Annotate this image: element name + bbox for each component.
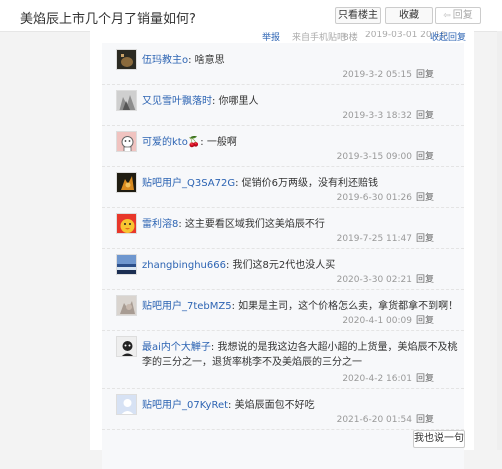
list-item: 伍玛教主o: 啥意思 2019-3-2 05:15 回复 — [102, 43, 464, 85]
comment-time: 2019-3-2 05:15 — [342, 70, 412, 80]
list-item: 贴吧用户_7tebMZ5: 如果是主司，这个价格怎么卖，拿货都拿不到啊！ 202… — [102, 289, 464, 331]
avatar-image — [117, 173, 136, 192]
avatar[interactable] — [116, 254, 137, 275]
comment-username[interactable]: 雷利溶8 — [142, 219, 178, 230]
comment-username[interactable]: 贴吧用户_Q3SA72G — [142, 178, 235, 189]
list-item: 贴吧用户_Q3SA72G: 促销价6万两级，没有利还赔钱 2019-6-30 0… — [102, 166, 464, 208]
comment-body: : 一般啊 — [200, 137, 237, 148]
comment-username[interactable]: 贴吧用户_7tebMZ5 — [142, 301, 232, 312]
comment-reply-link[interactable]: 回复 — [416, 374, 434, 384]
comment-text: 雷利溶8: 这主要看区域我们这美焰辰不行 — [142, 217, 442, 232]
comment-time: 2019-7-25 11:47 — [336, 234, 412, 244]
thread-header: 美焰辰上市几个月了销量如何? 只看楼主 收藏 ⇦ 回复 — [0, 0, 502, 32]
list-item: zhangbinghu666: 我们这8元2代也没人买 2020-3-30 02… — [102, 248, 464, 290]
comment-username[interactable]: 贴吧用户_07KyRet — [142, 400, 228, 411]
collapse-replies-link[interactable]: 收起回复 — [430, 31, 466, 43]
comment-text: zhangbinghu666: 我们这8元2代也没人买 — [142, 258, 442, 273]
comment-body: : 如果是主司，这个价格怎么卖，拿货都拿不到啊！ — [231, 301, 459, 312]
favorite-button[interactable]: 收藏 — [385, 7, 433, 24]
avatar-image — [117, 91, 136, 110]
avatar-image — [117, 255, 136, 274]
comment-meta: 2021-6-20 01:54 回复 — [337, 412, 434, 425]
avatar-image — [117, 296, 136, 315]
report-link[interactable]: 举报 — [262, 31, 280, 43]
comment-time: 2019-3-3 18:32 — [342, 111, 412, 121]
comment-text: 又见雪叶飘落时: 你哪里人 — [142, 94, 442, 109]
avatar[interactable] — [116, 336, 137, 357]
avatar-image — [117, 214, 136, 233]
avatar-image — [117, 132, 136, 151]
sub-reply-panel: 伍玛教主o: 啥意思 2019-3-2 05:15 回复 又见雪叶飘落时: 你哪里… — [102, 43, 464, 469]
comment-text: 最ai内个大觯子: 我想说的是我这边各大超小超的上货量，美焰辰不及桃李的三分之一… — [142, 340, 460, 370]
reply-button-label: 回复 — [452, 10, 473, 21]
comment-username[interactable]: 伍玛教主o — [142, 55, 188, 66]
comment-time: 2019-6-30 01:26 — [336, 193, 412, 203]
comment-reply-link[interactable]: 回复 — [416, 193, 434, 203]
comment-meta: 2020-3-30 02:21 回复 — [337, 272, 434, 285]
comment-meta: 2019-6-30 01:26 回复 — [337, 190, 434, 203]
write-reply-button[interactable]: 我也说一句 — [413, 430, 465, 448]
comment-meta: 2019-3-3 18:32 回复 — [342, 108, 434, 121]
comment-reply-link[interactable]: 回复 — [416, 234, 434, 244]
post-source: 来自手机贴吧 — [292, 33, 347, 43]
avatar[interactable] — [116, 49, 137, 70]
comment-text: 贴吧用户_Q3SA72G: 促销价6万两级，没有利还赔钱 — [142, 176, 442, 191]
list-item: 可爱的kto🍒: 一般啊 2019-3-15 09:00 回复 — [102, 125, 464, 167]
floor-meta: 举报 来自手机贴吧 8楼 2019-03-01 20:16 收起回复 — [90, 31, 474, 43]
comment-body: : 美焰辰面包不好吃 — [228, 400, 315, 411]
comment-time: 2020-3-30 02:21 — [336, 275, 412, 285]
floor-number: 8楼 — [343, 33, 358, 43]
comment-meta: 2020-4-1 00:09 回复 — [342, 313, 434, 326]
comment-text: 贴吧用户_7tebMZ5: 如果是主司，这个价格怎么卖，拿货都拿不到啊！ — [142, 299, 458, 314]
comment-reply-link[interactable]: 回复 — [416, 152, 434, 162]
comment-username[interactable]: 可爱的kto — [142, 137, 188, 148]
comment-meta: 2019-3-15 09:00 回复 — [337, 149, 434, 162]
comment-text: 可爱的kto🍒: 一般啊 — [142, 135, 442, 150]
comment-body: : 我们这8元2代也没人买 — [225, 260, 336, 271]
list-item: 雷利溶8: 这主要看区域我们这美焰辰不行 2019-7-25 11:47 回复 — [102, 207, 464, 249]
comment-reply-link[interactable]: 回复 — [416, 111, 434, 121]
comment-reply-link[interactable]: 回复 — [416, 70, 434, 80]
avatar-image — [117, 337, 136, 356]
list-item: 又见雪叶飘落时: 你哪里人 2019-3-3 18:32 回复 — [102, 84, 464, 126]
avatar[interactable] — [116, 90, 137, 111]
comment-reply-link[interactable]: 回复 — [416, 415, 434, 425]
scrollbar[interactable] — [497, 31, 502, 450]
floor-content: 举报 来自手机贴吧 8楼 2019-03-01 20:16 收起回复 伍玛教主o… — [90, 31, 474, 469]
comment-username[interactable]: 最ai内个大觯子 — [142, 342, 211, 353]
thread-title: 美焰辰上市几个月了销量如何? — [20, 12, 196, 27]
avatar-image — [117, 50, 136, 69]
comment-username[interactable]: 又见雪叶飘落时 — [142, 96, 212, 107]
comment-meta: 2019-3-2 05:15 回复 — [342, 67, 434, 80]
reply-arrow-icon: ⇦ — [443, 11, 451, 21]
reply-button[interactable]: ⇦ 回复 — [435, 7, 481, 24]
only-op-button[interactable]: 只看楼主 — [335, 7, 381, 24]
list-item: 贴吧用户_07KyRet: 美焰辰面包不好吃 2021-6-20 01:54 回复 — [102, 388, 464, 430]
avatar[interactable] — [116, 131, 137, 152]
comment-time: 2020-4-1 00:09 — [342, 316, 412, 326]
comment-time: 2021-6-20 01:54 — [336, 415, 412, 425]
emoji-icon: 🍒 — [187, 137, 201, 148]
comment-meta: 2019-7-25 11:47 回复 — [337, 231, 434, 244]
avatar-image — [117, 395, 136, 414]
comment-time: 2020-4-2 16:01 — [342, 374, 412, 384]
comment-time: 2019-3-15 09:00 — [336, 152, 412, 162]
avatar[interactable] — [116, 394, 137, 415]
comment-text: 伍玛教主o: 啥意思 — [142, 53, 442, 68]
comment-text: 贴吧用户_07KyRet: 美焰辰面包不好吃 — [142, 398, 442, 413]
comment-body: : 你哪里人 — [212, 96, 259, 107]
avatar[interactable] — [116, 213, 137, 234]
avatar[interactable] — [116, 295, 137, 316]
avatar[interactable] — [116, 172, 137, 193]
comment-username[interactable]: zhangbinghu666 — [142, 260, 226, 271]
comment-reply-link[interactable]: 回复 — [416, 316, 434, 326]
comment-body: : 这主要看区域我们这美焰辰不行 — [178, 219, 325, 230]
comment-body: : 促销价6万两级，没有利还赔钱 — [235, 178, 379, 189]
comment-reply-link[interactable]: 回复 — [416, 275, 434, 285]
comment-body: : 啥意思 — [188, 55, 225, 66]
list-item: 最ai内个大觯子: 我想说的是我这边各大超小超的上货量，美焰辰不及桃李的三分之一… — [102, 330, 464, 389]
comment-meta: 2020-4-2 16:01 回复 — [342, 371, 434, 384]
